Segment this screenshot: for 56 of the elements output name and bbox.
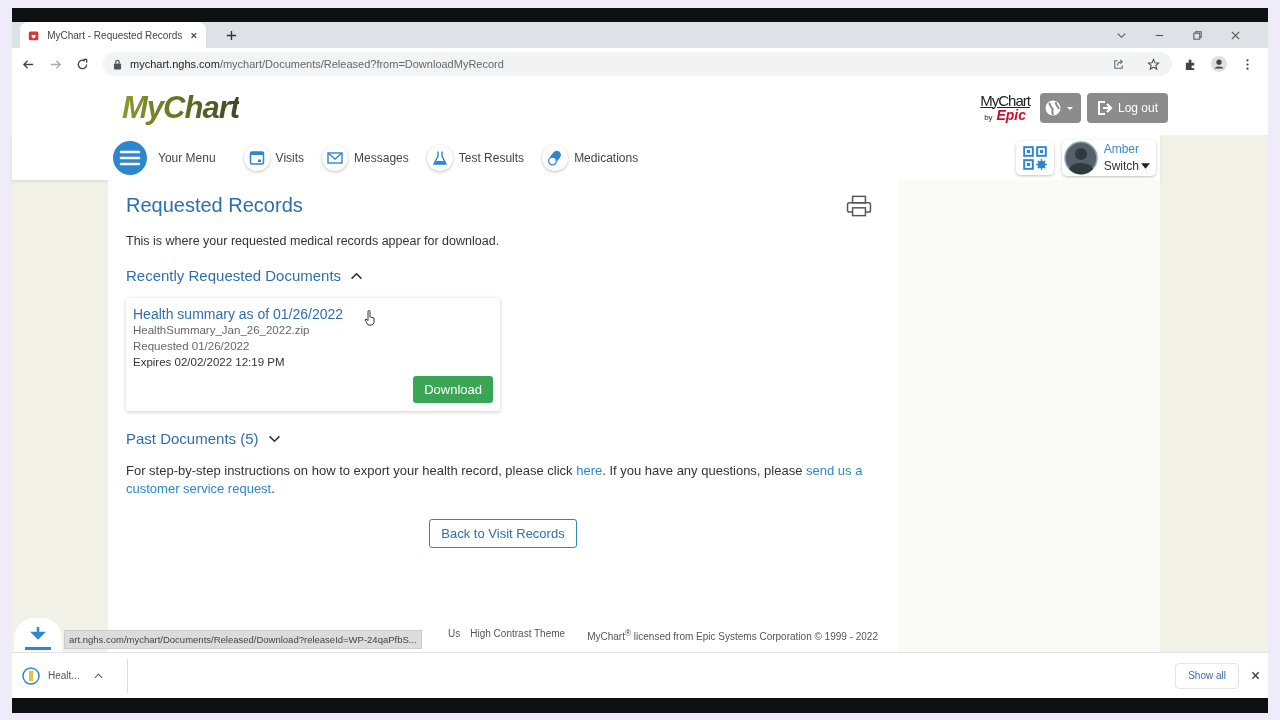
- tab-title: MyChart - Requested Records: [47, 29, 183, 41]
- globe-icon: [1045, 99, 1076, 116]
- download-indicator[interactable]: [14, 618, 62, 652]
- browser-tab[interactable]: MyChart - Requested Records: [20, 22, 206, 48]
- chevron-down-icon: [267, 434, 281, 443]
- hand-cursor-icon: [364, 310, 376, 326]
- back-button[interactable]: Back to Visit Records: [429, 519, 577, 548]
- status-url: art.nghs.com/mychart/Documents/Released/Download?releaseId=WP-24qaPfbS...: [64, 630, 422, 649]
- address-field[interactable]: mychart.nghs.com/mychart/Documents/Released?from=DownloadMyRecord: [103, 52, 1172, 76]
- footer-link[interactable]: High Contrast Theme: [470, 627, 566, 642]
- mychart-by-epic-logo: MyChart by Epic: [980, 93, 1030, 122]
- chevron-up-icon: [350, 271, 364, 280]
- share-icon[interactable]: [1112, 57, 1125, 71]
- logout-icon: [1096, 99, 1113, 116]
- nav-item[interactable]: Your Menu: [112, 139, 216, 176]
- download-item[interactable]: Healt...: [12, 658, 128, 693]
- download-arrow-icon: [30, 626, 46, 642]
- close-icon[interactable]: [1251, 671, 1260, 680]
- user-switcher[interactable]: Amber Switch: [1061, 139, 1156, 176]
- chevron-up-icon[interactable]: [93, 672, 103, 679]
- language-button[interactable]: [1039, 92, 1081, 123]
- expiry-date: Expires 02/02/2022 12:19 PM: [133, 355, 285, 370]
- close-icon[interactable]: [1230, 29, 1241, 41]
- nav-item[interactable]: Test Results: [426, 144, 525, 171]
- reload-icon[interactable]: [76, 57, 89, 71]
- instructions-text: For step-by-step instructions on how to export your health record, please click here. If you have any questions, please send us a customer service request.: [126, 462, 864, 498]
- printer-icon[interactable]: [846, 194, 872, 217]
- avatar-icon: [1063, 140, 1098, 175]
- document-link[interactable]: Health summary as of 01/26/2022: [133, 306, 344, 322]
- show-all-button[interactable]: Show all: [1175, 662, 1239, 689]
- close-icon[interactable]: [190, 30, 198, 40]
- nav-item[interactable]: Medications: [542, 144, 639, 171]
- restore-icon[interactable]: [1192, 29, 1203, 41]
- lock-icon: [113, 58, 122, 70]
- puzzle-icon[interactable]: [1184, 57, 1197, 71]
- envelope-icon: [322, 144, 349, 171]
- user-name: Amber: [1103, 140, 1139, 158]
- profile-icon[interactable]: [1211, 56, 1227, 72]
- star-icon[interactable]: [1147, 57, 1160, 71]
- file-name: HealthSummary_Jan_26_2022.zip: [133, 323, 310, 338]
- text-link[interactable]: send us a: [806, 463, 863, 478]
- section-toggle[interactable]: Recently Requested Documents: [126, 267, 364, 284]
- switch-label: Switch: [1103, 157, 1139, 175]
- page-title: Requested Records: [126, 194, 303, 217]
- new-tab-icon[interactable]: [226, 29, 237, 41]
- nav-item[interactable]: Messages: [322, 144, 409, 171]
- file-icon: [22, 666, 40, 685]
- nav-item[interactable]: Visits: [243, 144, 305, 171]
- footer-link[interactable]: Us: [448, 627, 461, 642]
- menu-icon: [112, 139, 148, 176]
- caret-icon: [1141, 162, 1150, 169]
- pills-icon: [542, 144, 569, 171]
- description-text: This is where your requested medical records appear for download.: [126, 234, 501, 248]
- flask-icon: [426, 144, 453, 171]
- requested-date: Requested 01/26/2022: [133, 339, 250, 354]
- section-toggle[interactable]: Past Documents (5): [126, 430, 281, 447]
